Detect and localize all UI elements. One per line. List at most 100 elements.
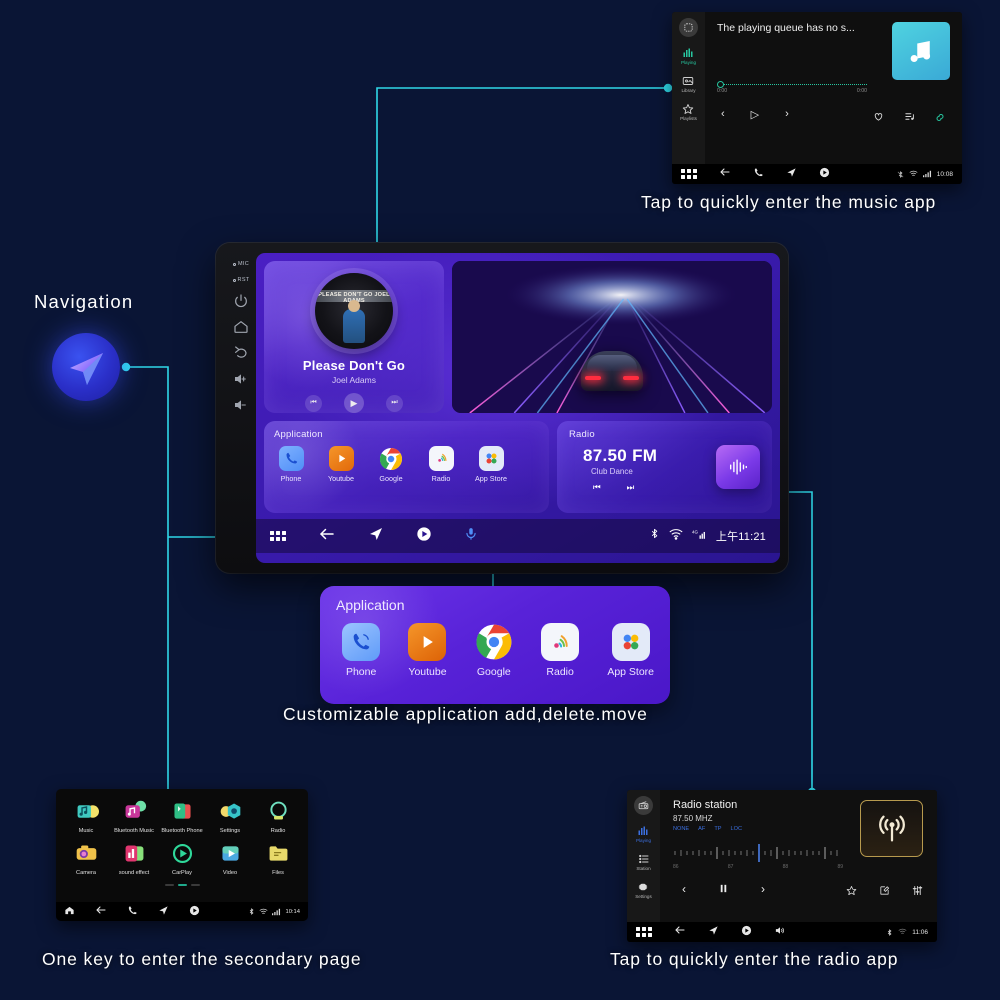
sidebar-item-playlists[interactable]: Playlists: [680, 102, 697, 121]
sidebar-item-settings[interactable]: Settings: [635, 880, 652, 899]
next-button[interactable]: ›: [785, 108, 789, 121]
favorite-icon[interactable]: [873, 109, 884, 127]
progress-knob[interactable]: [717, 81, 724, 88]
apps-grid-button[interactable]: [681, 169, 697, 179]
app-item-radio[interactable]: Radio: [541, 623, 580, 678]
volume-down-icon[interactable]: [233, 397, 249, 413]
progress-bar[interactable]: 0:00 0:00: [717, 80, 867, 94]
navigation-button[interactable]: [368, 526, 384, 547]
media-button[interactable]: [189, 903, 200, 921]
tune-down-button[interactable]: ‹: [682, 882, 686, 898]
pause-button[interactable]: [718, 882, 729, 898]
home-icon[interactable]: [233, 319, 249, 335]
app-item-music[interactable]: Music: [63, 798, 109, 834]
navigation-button[interactable]: [708, 923, 719, 941]
app-item-youtube[interactable]: Youtube: [408, 623, 447, 678]
app-label: Video: [222, 870, 238, 876]
app-item-bluetooth-phone[interactable]: Bluetooth Phone: [159, 798, 205, 834]
clock: 11:06: [912, 928, 928, 936]
home-button[interactable]: [64, 903, 75, 921]
app-item-google[interactable]: Google: [374, 446, 408, 483]
tune-up-button[interactable]: ›: [761, 882, 765, 898]
next-button[interactable]: ⏭: [386, 394, 403, 412]
app-label: CarPlay: [172, 870, 192, 876]
reset-pinhole-icon[interactable]: RST: [232, 277, 250, 283]
radio-device-icon[interactable]: [634, 796, 653, 815]
app-item-appstore[interactable]: App Store: [607, 623, 654, 678]
equalizer-icon[interactable]: [912, 883, 923, 901]
app-item-radio[interactable]: Radio: [255, 798, 301, 834]
home-radio-widget[interactable]: Radio 87.50 FM Club Dance ⏮ ⏭: [557, 421, 772, 513]
google-chrome-icon: [475, 623, 513, 661]
play-button[interactable]: ▶: [344, 393, 364, 413]
sidebar-item-playing[interactable]: Playing: [681, 46, 696, 65]
app-label: App Store: [475, 474, 507, 483]
tag-tp[interactable]: TP: [714, 826, 721, 832]
navigation-arrow-icon[interactable]: [52, 333, 120, 401]
sidebar-label: Settings: [635, 894, 652, 899]
back-button[interactable]: [318, 525, 336, 548]
phone-button[interactable]: [127, 903, 138, 921]
bluetooth-music-icon: [121, 798, 148, 825]
tag-af[interactable]: AF: [698, 826, 705, 832]
favorite-icon[interactable]: [846, 883, 857, 901]
navigation-button[interactable]: [158, 903, 169, 921]
home-music-widget[interactable]: PLEASE DON'T GO JOEL ADAMS Please Don't …: [264, 261, 444, 413]
sidebar-item-library[interactable]: Library: [681, 74, 696, 93]
home-application-widget[interactable]: Application Phone Youtube Google Radio A…: [264, 421, 549, 513]
media-button[interactable]: [741, 923, 752, 941]
audio-wave-icon[interactable]: [716, 445, 760, 489]
media-button[interactable]: [819, 165, 830, 183]
home-video-widget[interactable]: [452, 261, 772, 413]
app-item-google[interactable]: Google: [475, 623, 513, 678]
navigation-button[interactable]: [786, 165, 797, 183]
edit-icon[interactable]: [879, 883, 890, 901]
back-button[interactable]: [674, 923, 686, 941]
back-icon[interactable]: [233, 345, 249, 361]
signal-icon: [272, 908, 281, 915]
app-item-sound-effect[interactable]: sound effect: [111, 840, 157, 876]
frequency-dial[interactable]: [673, 842, 843, 864]
previous-button[interactable]: ⏮: [305, 394, 322, 412]
app-item-appstore[interactable]: App Store: [474, 446, 508, 483]
back-button[interactable]: [95, 903, 107, 921]
power-icon[interactable]: [233, 293, 249, 309]
music-app-screenshot: Playing Library Playlists The playing qu…: [672, 12, 962, 184]
queue-list-icon[interactable]: [904, 109, 915, 127]
media-button[interactable]: [416, 526, 432, 547]
apps-grid-button[interactable]: [636, 927, 652, 937]
voice-button[interactable]: [464, 527, 478, 546]
tag-loc[interactable]: LOC: [730, 826, 742, 832]
album-round-icon[interactable]: [679, 18, 698, 37]
equalizer-icon: [682, 46, 695, 59]
next-station-button[interactable]: ⏭: [627, 482, 635, 493]
previous-button[interactable]: ‹: [721, 108, 725, 121]
app-item-camera[interactable]: Camera: [63, 840, 109, 876]
sidebar-item-playing[interactable]: Playing: [636, 824, 651, 843]
volume-button[interactable]: [774, 923, 786, 941]
app-item-radio[interactable]: Radio: [424, 446, 458, 483]
phone-button[interactable]: [753, 165, 764, 183]
tag-none[interactable]: NONE: [673, 826, 689, 832]
car-graphic: [581, 351, 643, 391]
app-item-bluetooth-music[interactable]: Bluetooth Music: [111, 798, 157, 834]
app-item-settings[interactable]: Settings: [207, 798, 253, 834]
app-item-video[interactable]: Video: [207, 840, 253, 876]
apps-grid-button[interactable]: [270, 531, 286, 541]
volume-up-icon[interactable]: [233, 371, 249, 387]
application-card-zoom: Application Phone Youtube Google Radio A…: [320, 586, 670, 704]
app-item-youtube[interactable]: Youtube: [324, 446, 358, 483]
song-title: Please Don't Go: [302, 358, 406, 373]
app-item-phone[interactable]: Phone: [274, 446, 308, 483]
prev-station-button[interactable]: ⏮: [593, 482, 601, 493]
app-item-phone[interactable]: Phone: [342, 623, 381, 678]
list-icon: [637, 852, 650, 865]
radio-tower-icon[interactable]: [860, 800, 923, 857]
app-label: Radio: [431, 474, 451, 483]
repeat-icon[interactable]: [935, 109, 948, 127]
app-item-files[interactable]: Files: [255, 840, 301, 876]
back-button[interactable]: [719, 165, 731, 183]
sidebar-item-station[interactable]: Station: [636, 852, 651, 871]
app-item-carplay[interactable]: CarPlay: [159, 840, 205, 876]
play-button[interactable]: ▷: [751, 108, 759, 121]
